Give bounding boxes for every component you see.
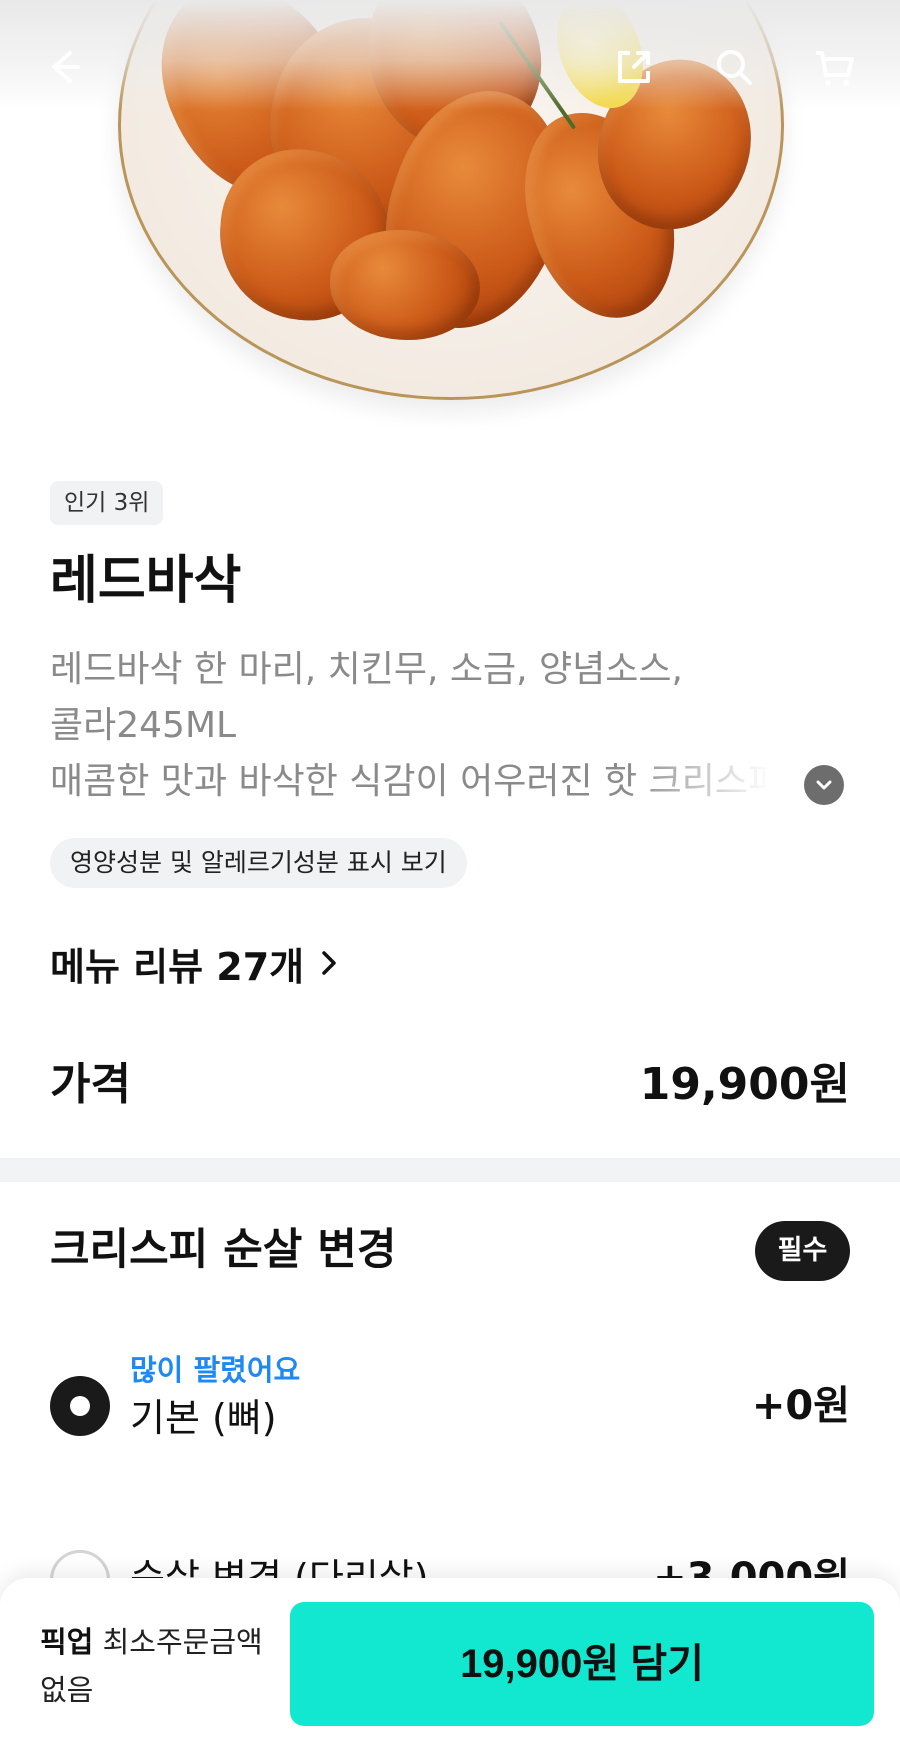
option-item-bone[interactable]: 많이 팔렸어요 기본 (뼈) +0원 — [50, 1350, 850, 1470]
popular-tag: 많이 팔렸어요 — [130, 1353, 301, 1387]
review-link-label: 메뉴 리뷰 27개 — [50, 944, 305, 989]
description-line: 콜라245ML — [50, 705, 237, 746]
pickup-label: 픽업 — [40, 1625, 94, 1659]
option-group-title: 크리스피 순살 변경 — [50, 1225, 397, 1275]
share-icon[interactable] — [612, 45, 656, 89]
price-row: 가격 19,900원 — [50, 1050, 850, 1120]
min-order-value: 없음 — [40, 1673, 94, 1707]
cart-icon[interactable] — [812, 45, 856, 89]
description-line: 매콤한 맛과 바삭한 식감이 어우러진 핫 크리스피 — [50, 761, 770, 802]
radio-button-selected[interactable] — [50, 1376, 110, 1436]
option-group-header: 크리스피 순살 변경 필수 — [50, 1215, 850, 1285]
expand-description-button[interactable] — [804, 765, 844, 805]
description-line: 레드바삭 한 마리, 치킨무, 소금, 양념소스, — [50, 649, 683, 690]
section-divider — [0, 1158, 900, 1182]
nutrition-allergen-link[interactable]: 영양성분 및 알레르기성분 표시 보기 — [50, 838, 467, 888]
product-description: 레드바삭 한 마리, 치킨무, 소금, 양념소스, 콜라245ML 매콤한 맛과… — [50, 642, 820, 810]
min-order-text: 최소주문금액 — [102, 1625, 263, 1659]
product-name: 레드바삭 — [50, 551, 242, 611]
pickup-min-order-info: 픽업 최소주문금액 없음 — [40, 1618, 280, 1714]
top-nav — [0, 20, 900, 120]
option-name: 기본 (뼈) — [130, 1396, 277, 1440]
chevron-down-icon — [816, 780, 832, 790]
chevron-right-icon — [322, 951, 336, 975]
menu-review-link[interactable]: 메뉴 리뷰 27개 — [50, 933, 344, 993]
required-badge: 필수 — [755, 1221, 850, 1281]
search-icon[interactable] — [712, 45, 756, 89]
price-label: 가격 — [50, 1059, 131, 1110]
back-arrow-icon[interactable] — [42, 45, 86, 89]
bottom-order-bar: 픽업 최소주문금액 없음 19,900원 담기 — [0, 1578, 900, 1754]
price-value: 19,900원 — [639, 1059, 850, 1110]
add-to-cart-button[interactable]: 19,900원 담기 — [290, 1602, 874, 1726]
popularity-rank-badge: 인기 3위 — [50, 481, 164, 525]
option-price: +0원 — [751, 1383, 850, 1429]
